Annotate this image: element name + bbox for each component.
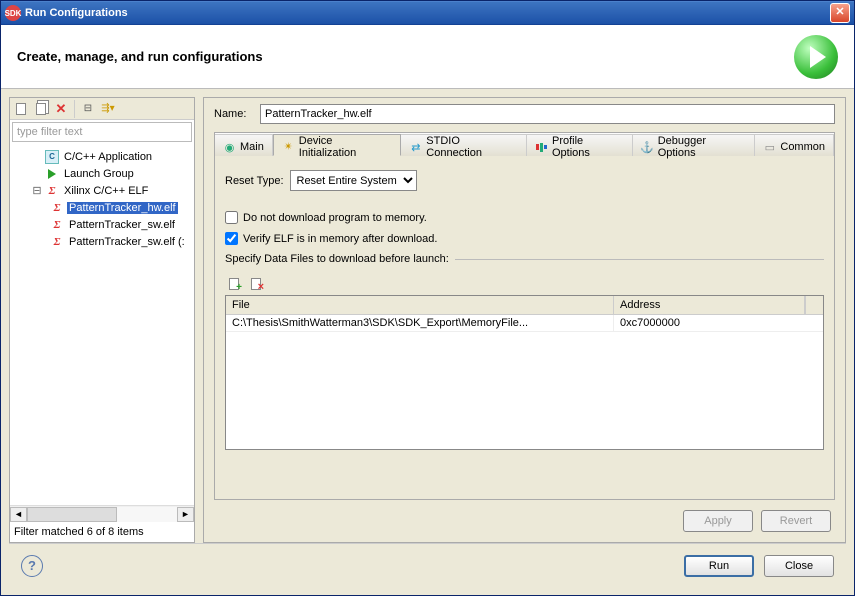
xilinx-icon: Σ xyxy=(50,218,64,232)
tree-collapse-icon[interactable]: ⊟ xyxy=(32,184,42,197)
filter-menu-button[interactable]: ⇶▾ xyxy=(99,100,117,118)
scroll-left-button[interactable]: ◄ xyxy=(10,507,27,522)
config-editor-panel: Name: ◉ Main ✴ Device Initialization xyxy=(203,97,846,543)
reset-type-label: Reset Type: xyxy=(225,175,284,187)
data-files-legend: Specify Data Files to download before la… xyxy=(225,253,455,265)
config-tabstrip: ◉ Main ✴ Device Initialization ⇄ STDIO C… xyxy=(215,133,834,156)
xilinx-icon: Σ xyxy=(45,184,59,198)
run-icon xyxy=(794,35,838,79)
duplicate-config-button[interactable] xyxy=(32,100,50,118)
tree-item-pattern-tracker-sw-2[interactable]: Σ PatternTracker_sw.elf (: xyxy=(12,233,192,250)
col-header-address[interactable]: Address xyxy=(614,296,805,314)
verify-elf-checkbox[interactable] xyxy=(225,232,238,245)
window-title: Run Configurations xyxy=(25,7,830,19)
close-window-button[interactable]: ✕ xyxy=(830,3,850,23)
tree-item-launch-group[interactable]: Launch Group xyxy=(12,165,192,182)
config-list-panel: ✕ ⊟ ⇶▾ C C/C++ Application Launch xyxy=(9,97,195,543)
tree-item-pattern-tracker-hw[interactable]: Σ PatternTracker_hw.elf xyxy=(12,199,192,216)
verify-elf-label: Verify ELF is in memory after download. xyxy=(243,233,437,245)
config-tree[interactable]: C C/C++ Application Launch Group ⊟ Σ Xil… xyxy=(10,144,194,505)
tab-debugger-options[interactable]: ⚓ Debugger Options xyxy=(633,134,756,156)
reset-type-select[interactable]: Reset Entire System xyxy=(290,170,417,191)
tab-common[interactable]: ▭ Common xyxy=(755,134,834,156)
tab-stdio-connection[interactable]: ⇄ STDIO Connection xyxy=(401,134,527,156)
tab-device-initialization[interactable]: ✴ Device Initialization xyxy=(273,134,402,156)
dialog-header: Create, manage, and run configurations xyxy=(1,25,854,89)
scroll-thumb[interactable] xyxy=(27,507,117,522)
remove-data-file-button[interactable] xyxy=(247,275,265,293)
c-app-icon: C xyxy=(45,150,59,164)
scroll-right-button[interactable]: ► xyxy=(177,507,194,522)
common-tab-icon: ▭ xyxy=(763,141,776,154)
dialog-title: Create, manage, and run configurations xyxy=(17,49,263,64)
address-cell: 0xc7000000 xyxy=(614,315,823,331)
launch-group-icon xyxy=(45,167,59,181)
debugger-tab-icon: ⚓ xyxy=(641,141,654,154)
filter-status: Filter matched 6 of 8 items xyxy=(10,522,194,542)
tab-profile-options[interactable]: Profile Options xyxy=(527,134,633,156)
run-button[interactable]: Run xyxy=(684,555,754,577)
tree-item-xilinx-elf[interactable]: ⊟ Σ Xilinx C/C++ ELF xyxy=(12,182,192,199)
stdio-tab-icon: ⇄ xyxy=(409,141,422,154)
main-tab-icon: ◉ xyxy=(223,141,236,154)
file-cell: C:\Thesis\SmithWatterman3\SDK\SDK_Export… xyxy=(226,315,614,331)
device-init-tab-icon: ✴ xyxy=(282,140,295,153)
tree-horizontal-scrollbar[interactable]: ◄ ► xyxy=(10,505,194,522)
no-download-checkbox[interactable] xyxy=(225,211,238,224)
add-data-file-button[interactable] xyxy=(225,275,243,293)
window-titlebar: SDK Run Configurations ✕ xyxy=(1,1,854,25)
device-init-tab-content: Reset Type: Reset Entire System Do not d… xyxy=(215,156,834,499)
sdk-icon: SDK xyxy=(5,5,21,21)
config-name-input[interactable] xyxy=(260,104,835,124)
tab-main[interactable]: ◉ Main xyxy=(215,134,273,156)
filter-input[interactable] xyxy=(12,122,192,142)
apply-button[interactable]: Apply xyxy=(683,510,753,532)
delete-config-button[interactable]: ✕ xyxy=(52,100,70,118)
help-button[interactable]: ? xyxy=(21,555,43,577)
profile-tab-icon xyxy=(535,141,548,154)
new-config-button[interactable] xyxy=(12,100,30,118)
tree-item-pattern-tracker-sw[interactable]: Σ PatternTracker_sw.elf xyxy=(12,216,192,233)
revert-button[interactable]: Revert xyxy=(761,510,831,532)
xilinx-icon: Σ xyxy=(50,201,64,215)
col-header-file[interactable]: File xyxy=(226,296,614,314)
close-button[interactable]: Close xyxy=(764,555,834,577)
data-files-table[interactable]: File Address C:\Thesis\SmithWatterman3\S… xyxy=(225,295,824,450)
xilinx-icon: Σ xyxy=(50,235,64,249)
table-row[interactable]: C:\Thesis\SmithWatterman3\SDK\SDK_Export… xyxy=(226,315,823,332)
collapse-all-button[interactable]: ⊟ xyxy=(79,100,97,118)
no-download-label: Do not download program to memory. xyxy=(243,212,427,224)
tree-item-c-app[interactable]: C C/C++ Application xyxy=(12,148,192,165)
name-label: Name: xyxy=(214,108,254,120)
config-toolbar: ✕ ⊟ ⇶▾ xyxy=(10,98,194,120)
